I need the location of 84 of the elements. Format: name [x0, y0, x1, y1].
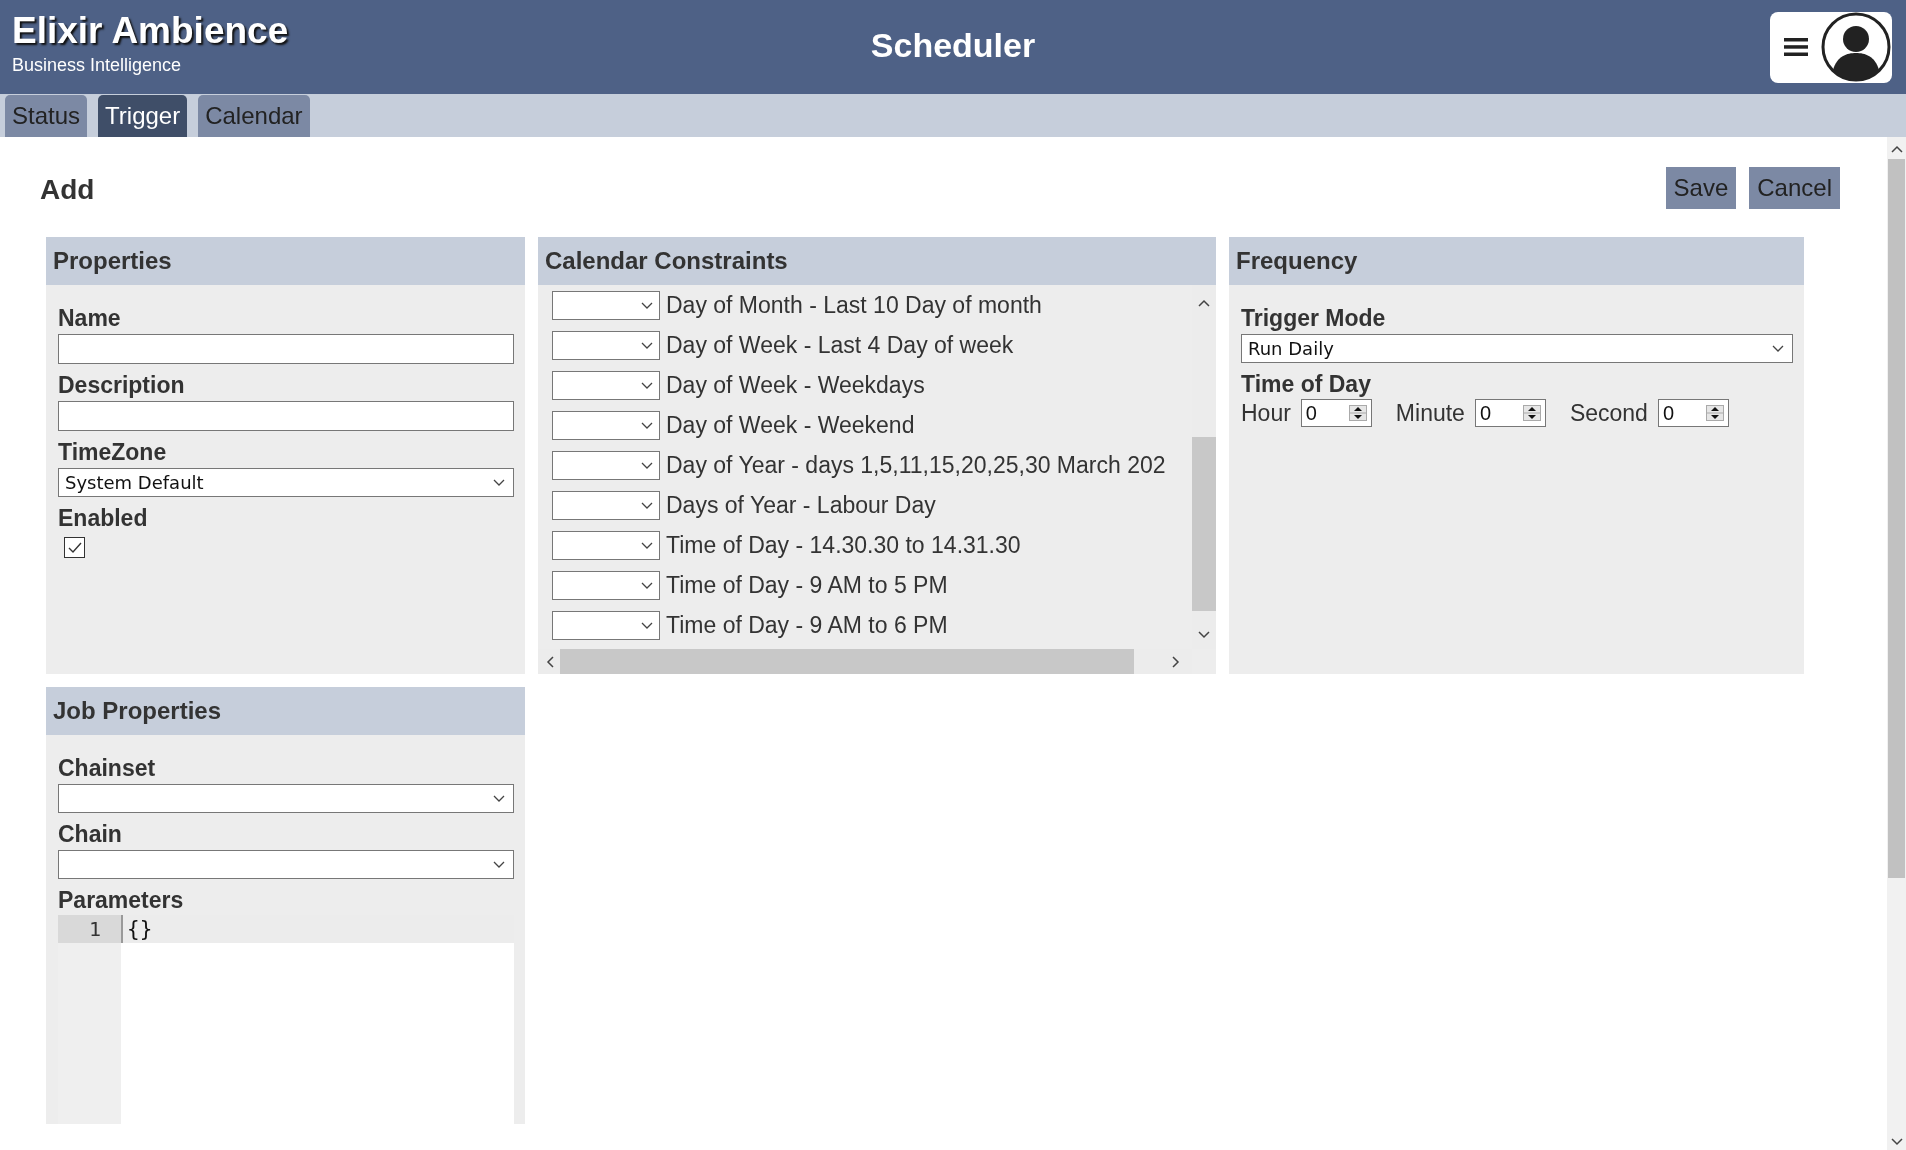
chevron-icon: [641, 421, 653, 430]
spinner-icon: [1705, 405, 1724, 421]
action-button[interactable]: Cancel: [1749, 167, 1840, 209]
dropdown[interactable]: [552, 611, 660, 640]
dropdown[interactable]: [552, 571, 660, 600]
chevron-icon: [641, 501, 653, 510]
action-button[interactable]: Save: [1665, 167, 1737, 209]
field-label: Chain: [58, 821, 123, 847]
field-label: Enabled: [58, 505, 149, 531]
chevron-icon: [493, 860, 505, 869]
field-label: Hour: [1241, 399, 1291, 427]
scrollbar[interactable]: [1887, 137, 1906, 1150]
arrow-up-icon: [1890, 145, 1903, 153]
number-field[interactable]: 0: [1657, 399, 1729, 427]
panel-header: Calendar Constraints: [538, 237, 1216, 285]
checkmark-icon: [67, 541, 82, 554]
chevron-icon: [641, 621, 653, 630]
app-subtitle: Business Intelligence: [12, 54, 183, 76]
chevron-icon: [641, 461, 653, 470]
dropdown[interactable]: [58, 850, 514, 879]
constraint-label: Day of Week - Weekend: [666, 412, 915, 439]
constraint-label: Days of Year - Labour Day: [666, 492, 936, 519]
dropdown[interactable]: [552, 451, 660, 480]
constraint-label: Day of Year - days 1,5,11,15,20,25,30 March 202: [666, 452, 1166, 479]
dropdown[interactable]: Run Daily: [1241, 334, 1793, 363]
field-label: Minute: [1395, 399, 1465, 427]
dropdown[interactable]: [552, 331, 660, 360]
number-field[interactable]: 0: [1300, 399, 1372, 427]
arrow-down-icon: [1198, 631, 1210, 639]
constraint-label: Time of Day - 9 AM to 5 PM: [666, 572, 948, 599]
chevron-icon: [641, 381, 653, 390]
chevron-icon: [493, 478, 505, 487]
arrow-left-icon: [546, 655, 554, 668]
field-label: Time of Day: [1241, 371, 1372, 397]
user-menu-button[interactable]: [1770, 11, 1892, 83]
number-field[interactable]: 0: [1474, 399, 1546, 427]
menu-icon: [1784, 37, 1808, 57]
app-title: Elixir Ambience: [12, 10, 289, 52]
spinner-icon: [1522, 405, 1541, 421]
field-label: TimeZone: [58, 439, 168, 465]
field-label: Description: [58, 372, 186, 398]
panel-header: Properties: [46, 237, 525, 285]
field-label: Parameters: [58, 887, 185, 913]
dropdown[interactable]: [552, 291, 660, 320]
constraint-label: Day of Week - Weekdays: [666, 372, 925, 399]
dropdown[interactable]: [552, 411, 660, 440]
page-title: Scheduler: [870, 26, 1036, 65]
dropdown[interactable]: [552, 371, 660, 400]
chevron-icon: [493, 794, 505, 803]
scrollbar-thumb[interactable]: [1888, 159, 1905, 878]
tab[interactable]: Trigger: [98, 95, 188, 137]
dropdown[interactable]: System Default: [58, 468, 514, 497]
constraint-label: Day of Month - Last 10 Day of month: [666, 292, 1042, 319]
form-heading: Add: [40, 174, 95, 206]
field-label: Second: [1569, 399, 1648, 427]
dropdown[interactable]: [58, 784, 514, 813]
field-label: Chainset: [58, 755, 157, 781]
dropdown[interactable]: [552, 531, 660, 560]
chevron-icon: [641, 341, 653, 350]
code-editor[interactable]: 1 {}: [58, 915, 514, 1124]
constraint-label: Day of Week - Last 4 Day of week: [666, 332, 1014, 359]
arrow-up-icon: [1198, 299, 1210, 307]
chevron-icon: [641, 581, 653, 590]
arrow-down-icon: [1890, 1138, 1903, 1146]
field-label: Trigger Mode: [1241, 305, 1387, 331]
panel-header: Job Properties: [46, 687, 525, 735]
panel-header: Frequency: [1229, 237, 1804, 285]
text-field[interactable]: [58, 334, 514, 364]
constraint-label: Time of Day - 9 AM to 6 PM: [666, 612, 948, 639]
constraint-label: Time of Day - 14.30.30 to 14.31.30: [666, 532, 1021, 559]
checkbox[interactable]: [64, 537, 85, 558]
chevron-icon: [641, 301, 653, 310]
dropdown[interactable]: [552, 491, 660, 520]
field-label: Name: [58, 305, 122, 331]
text-field[interactable]: [58, 401, 514, 431]
chevron-icon: [641, 541, 653, 550]
tab[interactable]: Status: [5, 95, 88, 137]
spinner-icon: [1348, 405, 1367, 421]
line-number: 1: [58, 915, 121, 943]
scrollbar-thumb[interactable]: [1192, 437, 1216, 611]
tab[interactable]: Calendar: [198, 95, 310, 137]
chevron-icon: [1772, 344, 1784, 353]
arrow-right-icon: [1172, 655, 1180, 668]
avatar-icon: [1821, 12, 1891, 82]
